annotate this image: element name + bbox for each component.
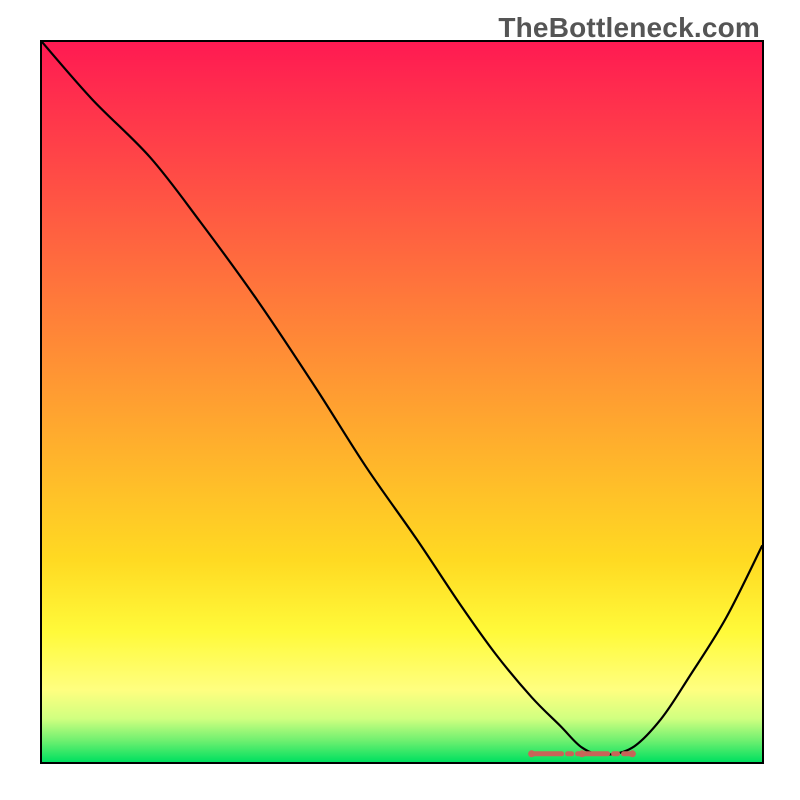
bottleneck-curve (42, 42, 762, 755)
plot-area (40, 40, 764, 764)
optimum-flat-marker (528, 750, 636, 757)
chart-svg (42, 42, 762, 762)
chart-container: TheBottleneck.com (0, 0, 800, 800)
